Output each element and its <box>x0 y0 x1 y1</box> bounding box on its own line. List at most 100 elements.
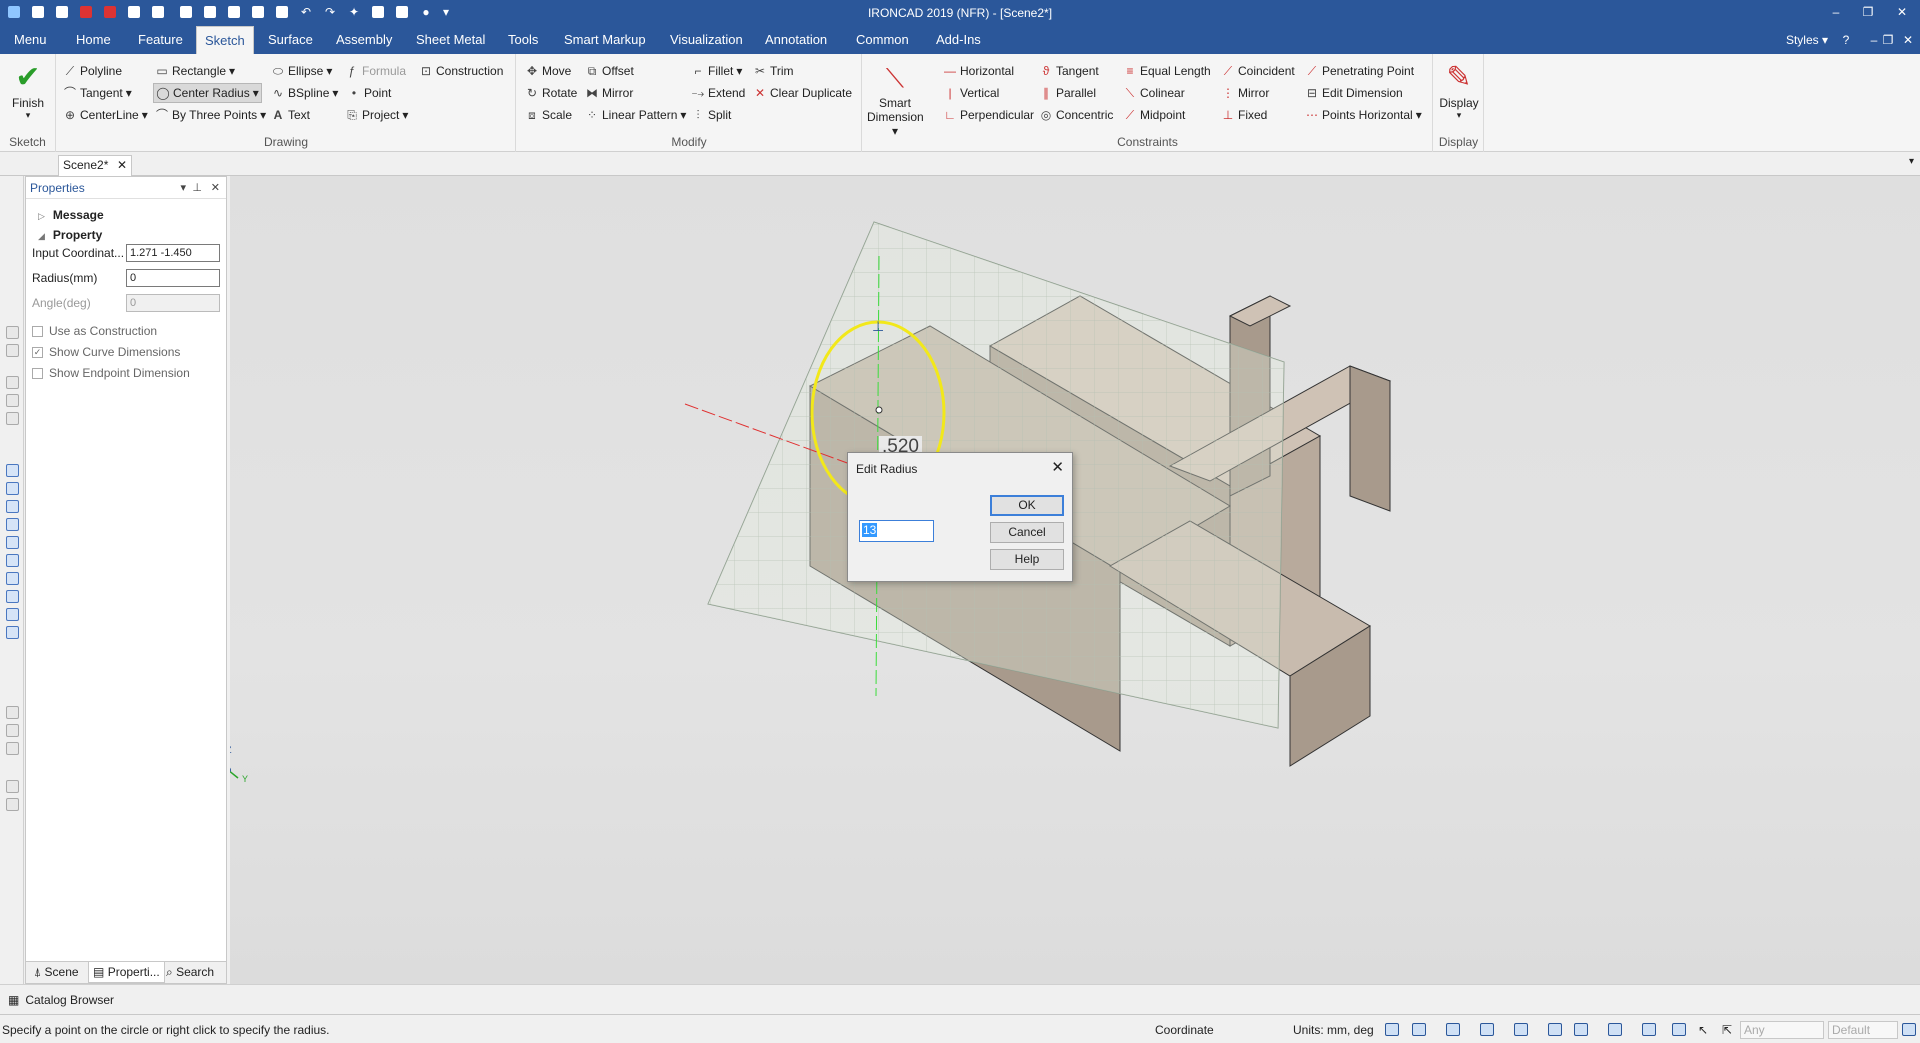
close-tab-icon[interactable]: ✕ <box>117 156 127 175</box>
zoom-icon[interactable] <box>1385 1023 1399 1036</box>
filter-any-dropdown[interactable]: Any <box>1740 1021 1824 1039</box>
tool-icon-20[interactable] <box>6 798 19 811</box>
parallel-button[interactable]: ∥ Parallel <box>1039 83 1096 103</box>
restore-icon[interactable]: ❐ <box>1856 3 1880 21</box>
message-section[interactable]: ▷ Message <box>38 208 104 222</box>
display-button[interactable]: ✎ Display ▾ <box>1438 60 1480 121</box>
catalog-browser-button[interactable]: ▦ Catalog Browser <box>8 993 114 1007</box>
fillet-button[interactable]: ⌐ Fillet ▾ <box>691 61 742 81</box>
tab-visualization[interactable]: Visualization <box>662 26 751 54</box>
tool-icon-13[interactable] <box>6 590 19 603</box>
polyline-button[interactable]: ⟋ Polyline <box>63 61 122 81</box>
camera-icon[interactable] <box>1642 1023 1656 1036</box>
tool-icon-10[interactable] <box>6 536 19 549</box>
points-horizontal-button[interactable]: ⋯ Points Horizontal ▾ <box>1305 105 1422 125</box>
vertical-constraint-button[interactable]: | Vertical <box>943 83 999 103</box>
move-button[interactable]: ✥ Move <box>525 61 571 81</box>
input-coordinate-field[interactable]: 1.271 -1.450 <box>126 244 220 262</box>
tab-home[interactable]: Home <box>68 26 119 54</box>
clear-duplicate-button[interactable]: ✕ Clear Duplicate <box>753 83 852 103</box>
3d-viewport[interactable]: ⊥ .520 Z X Y <box>230 176 1920 984</box>
help-button[interactable]: Help <box>990 549 1064 570</box>
penetrating-point-button[interactable]: ⟋ Penetrating Point <box>1305 61 1414 81</box>
construction-button[interactable]: ⊡ Construction <box>419 61 503 81</box>
tool-icon-16[interactable] <box>6 706 19 719</box>
dialog-close-icon[interactable]: ✕ <box>1051 458 1064 476</box>
tool-icon-12[interactable] <box>6 572 19 585</box>
tool-icon-19[interactable] <box>6 780 19 793</box>
tool-filter-icon[interactable] <box>1672 1023 1686 1036</box>
tab-add-ins[interactable]: Add-Ins <box>928 26 989 54</box>
equal-length-button[interactable]: ≡ Equal Length <box>1123 61 1210 81</box>
midpoint-button[interactable]: ⟋ Midpoint <box>1123 105 1186 125</box>
tool-icon-11[interactable] <box>6 554 19 567</box>
tool-icon-8[interactable] <box>6 500 19 513</box>
scale-button[interactable]: ⧈ Scale <box>525 105 572 125</box>
coincident-button[interactable]: ⟋ Coincident <box>1221 61 1295 81</box>
text-button[interactable]: A Text <box>271 105 310 125</box>
offset-button[interactable]: ⧉ Offset <box>585 61 634 81</box>
select-icon[interactable]: ⇱ <box>1722 1023 1732 1037</box>
mirror-constraint-button[interactable]: ⋮ Mirror <box>1221 83 1269 103</box>
radius-field[interactable]: 0 <box>126 269 220 287</box>
tab-assembly[interactable]: Assembly <box>328 26 400 54</box>
tool-icon-1[interactable] <box>6 326 19 339</box>
view-cube-icon[interactable] <box>1446 1023 1460 1036</box>
tab-list-dropdown-icon[interactable]: ▾ <box>1909 156 1914 167</box>
fixed-button[interactable]: ⊥ Fixed <box>1221 105 1268 125</box>
tangent-constraint-button[interactable]: ϑ Tangent <box>1039 61 1099 81</box>
scene-graphics[interactable]: ⊥ <box>230 176 1920 984</box>
panel-close-icon[interactable]: ✕ <box>211 177 220 199</box>
tool-icon-17[interactable] <box>6 724 19 737</box>
tool-icon-9[interactable] <box>6 518 19 531</box>
tab-smart-markup[interactable]: Smart Markup <box>556 26 654 54</box>
rotate-button[interactable]: ↻ Rotate <box>525 83 577 103</box>
cancel-button[interactable]: Cancel <box>990 522 1064 543</box>
perpendicular-button[interactable]: ∟ Perpendicular <box>943 105 1034 125</box>
edit-dimension-button[interactable]: ⊟ Edit Dimension <box>1305 83 1403 103</box>
help-icon[interactable]: ? <box>1834 31 1858 49</box>
tab-menu[interactable]: Menu <box>6 26 55 54</box>
tab-properties[interactable]: ▤ Properti... <box>88 962 165 983</box>
document-tab-scene2[interactable]: Scene2* ✕ <box>58 155 132 176</box>
status-settings-icon[interactable] <box>1902 1023 1916 1036</box>
tool-icon-7[interactable] <box>6 482 19 495</box>
shading-icon[interactable] <box>1574 1023 1588 1036</box>
tab-annotation[interactable]: Annotation <box>757 26 835 54</box>
finish-button[interactable]: ✔ Finish ▾ <box>6 60 50 121</box>
tool-icon-15[interactable] <box>6 626 19 639</box>
tangent-arc-button[interactable]: ⌒ Tangent ▾ <box>63 83 132 103</box>
split-button[interactable]: ⫶ Split <box>691 105 731 125</box>
ok-button[interactable]: OK <box>990 495 1064 516</box>
styles-dropdown[interactable]: Styles ▾ <box>1786 26 1828 54</box>
horizontal-constraint-button[interactable]: — Horizontal <box>943 61 1014 81</box>
mirror-button[interactable]: ⧓ Mirror <box>585 83 633 103</box>
tool-icon-3[interactable] <box>6 376 19 389</box>
radius-input[interactable]: 13 <box>859 520 934 542</box>
tab-feature[interactable]: Feature <box>130 26 191 54</box>
view-orient-icon[interactable] <box>1480 1023 1494 1036</box>
colinear-button[interactable]: ⟍ Colinear <box>1123 83 1185 103</box>
property-section[interactable]: ◢ Property <box>38 228 102 242</box>
show-curve-dimensions-checkbox[interactable]: ✓ Show Curve Dimensions <box>32 345 180 359</box>
concentric-button[interactable]: ◎ Concentric <box>1039 105 1114 125</box>
by-three-points-button[interactable]: ⌒ By Three Points ▾ <box>155 105 266 125</box>
tab-sketch[interactable]: Sketch <box>196 26 254 54</box>
cursor-icon[interactable]: ↖ <box>1698 1023 1708 1037</box>
tab-tools[interactable]: Tools <box>500 26 546 54</box>
tab-scene[interactable]: ⍋ Scene <box>30 962 83 983</box>
move-view-icon[interactable] <box>1514 1023 1528 1036</box>
formula-button[interactable]: ƒ Formula <box>345 61 406 81</box>
tool-icon-18[interactable] <box>6 742 19 755</box>
tool-icon-5[interactable] <box>6 412 19 425</box>
extend-button[interactable]: ⤍ Extend <box>691 83 746 103</box>
centerline-button[interactable]: ⊕ CenterLine ▾ <box>63 105 148 125</box>
tool-icon-6[interactable] <box>6 464 19 477</box>
ellipse-button[interactable]: ⬭ Ellipse ▾ <box>271 61 333 81</box>
panel-menu-icon[interactable]: ▾ <box>180 177 186 199</box>
project-button[interactable]: ⎘ Project ▾ <box>345 105 408 125</box>
tab-sheet-metal[interactable]: Sheet Metal <box>408 26 493 54</box>
center-radius-button[interactable]: ◯ Center Radius ▾ <box>153 83 262 103</box>
tool-icon-14[interactable] <box>6 608 19 621</box>
tab-common[interactable]: Common <box>848 26 917 54</box>
